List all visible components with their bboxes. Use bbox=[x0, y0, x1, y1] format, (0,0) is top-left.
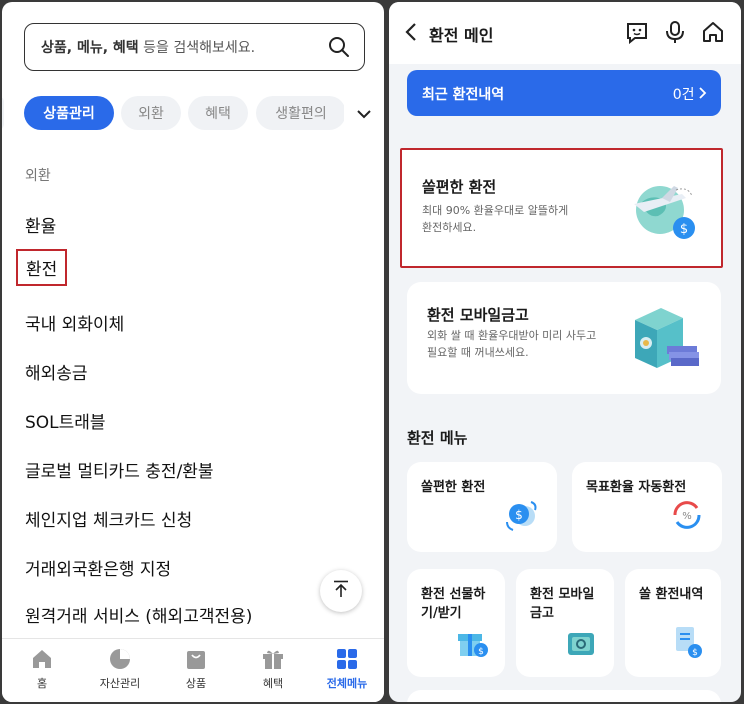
menu-item-currency-exchange[interactable]: 환전 bbox=[16, 249, 68, 286]
search-icon[interactable] bbox=[328, 36, 350, 62]
nav-products[interactable]: 상품 bbox=[161, 647, 231, 691]
exchange-menu-section-title: 환전 메뉴 bbox=[407, 429, 468, 447]
nav-asset-management[interactable]: 자산관리 bbox=[85, 647, 155, 691]
tile-exchange-gift[interactable]: 환전 선물하 기/받기 $ bbox=[407, 569, 505, 677]
globe-airplane-icon: $ bbox=[632, 180, 698, 248]
scroll-to-top-button[interactable] bbox=[320, 570, 362, 612]
svg-text:$: $ bbox=[478, 647, 484, 657]
receipt-icon: $ bbox=[673, 625, 703, 663]
tile-next-row-partial[interactable] bbox=[407, 690, 721, 702]
arrow-up-icon bbox=[333, 580, 349, 602]
all-menu-screen: 상품, 메뉴, 혜택 등을 검색해보세요. 상품관리 외환 혜택 생활편의 외환… bbox=[2, 2, 384, 702]
tile-target-rate-label: 목표환율 자동환전 bbox=[586, 480, 687, 495]
nav-home[interactable]: 홈 bbox=[7, 647, 77, 691]
currency-exchange-icon: $ bbox=[505, 500, 539, 536]
menu-item-sol-travel[interactable]: SOL트래블 bbox=[25, 408, 106, 433]
mobile-vault-desc: 외화 쌀 때 환율우대받아 미리 사두고 필요할 때 꺼내쓰세요. bbox=[427, 329, 597, 359]
gift-icon bbox=[263, 650, 283, 669]
svg-text:$: $ bbox=[515, 508, 523, 522]
chatbot-icon[interactable] bbox=[625, 20, 649, 48]
tab-lifestyle[interactable]: 생활편의 bbox=[256, 96, 346, 130]
category-tabs: 상품관리 외환 혜택 생활편의 bbox=[2, 96, 384, 132]
easy-exchange-title: 쏠편한 환전 bbox=[422, 178, 497, 196]
tile-easy-exchange[interactable]: 쏠편한 환전 $ bbox=[407, 462, 557, 552]
header: 환전 메인 bbox=[389, 2, 741, 64]
tile-exchange-history[interactable]: 쏠 환전내역 $ bbox=[625, 569, 721, 677]
recent-count: 0건 bbox=[673, 84, 707, 104]
tab-forex[interactable]: 외환 bbox=[121, 96, 181, 130]
recent-exchange-history-button[interactable]: 최근 환전내역 0건 bbox=[407, 70, 721, 116]
menu-item-domestic-fx-transfer[interactable]: 국내 외화이체 bbox=[25, 310, 124, 335]
menu-item-global-multicard[interactable]: 글로벌 멀티카드 충전/환불 bbox=[25, 457, 214, 482]
nav-all-menu[interactable]: 전체메뉴 bbox=[312, 647, 382, 691]
tile-mobile-vault-label: 환전 모바일 금고 bbox=[530, 587, 595, 621]
nav-asset-label: 자산관리 bbox=[99, 677, 141, 690]
search-placeholder-bold: 상품, 메뉴, 혜택 bbox=[41, 40, 139, 56]
tab-product-management[interactable]: 상품관리 bbox=[24, 96, 114, 130]
svg-text:$: $ bbox=[692, 648, 698, 658]
tab-previous-edge[interactable] bbox=[2, 96, 4, 130]
recent-label: 최근 환전내역 bbox=[422, 87, 505, 103]
gift-box-icon: $ bbox=[455, 625, 489, 663]
menu-item-changeup-checkcard[interactable]: 체인지업 체크카드 신청 bbox=[25, 506, 192, 531]
nav-benefits-label: 혜택 bbox=[262, 677, 284, 690]
section-label-forex: 외환 bbox=[25, 168, 51, 184]
nav-all-menu-label: 전체메뉴 bbox=[326, 677, 368, 690]
home-icon[interactable] bbox=[701, 20, 725, 48]
page-title: 환전 메인 bbox=[429, 26, 494, 45]
svg-text:%: % bbox=[682, 511, 692, 522]
microphone-icon[interactable] bbox=[664, 20, 686, 48]
nav-home-label: 홈 bbox=[36, 677, 48, 690]
chevron-down-icon bbox=[357, 104, 371, 123]
search-input[interactable]: 상품, 메뉴, 혜택 등을 검색해보세요. bbox=[24, 23, 365, 71]
vault-icon bbox=[566, 629, 596, 663]
menu-item-overseas-remittance[interactable]: 해외송금 bbox=[25, 359, 88, 384]
tile-target-rate-auto-exchange[interactable]: 목표환율 자동환전 % bbox=[572, 462, 722, 552]
exchange-main-screen: 환전 메인 최근 환전내역 0건 쏠편한 환전 최대 90% 환율우대로 알뜰하… bbox=[389, 2, 741, 702]
menu-item-fx-bank-designation[interactable]: 거래외국환은행 지정 bbox=[25, 555, 171, 580]
chevron-right-icon bbox=[699, 87, 707, 103]
auto-exchange-cycle-icon: % bbox=[670, 498, 704, 536]
back-arrow-icon[interactable] bbox=[405, 22, 417, 46]
tab-benefits[interactable]: 혜택 bbox=[188, 96, 248, 130]
tabs-expand-button[interactable] bbox=[344, 96, 384, 130]
home-icon bbox=[33, 650, 51, 668]
nav-products-label: 상품 bbox=[185, 677, 207, 690]
mobile-vault-title: 환전 모바일금고 bbox=[427, 306, 529, 324]
search-placeholder-rest: 등을 검색해보세요. bbox=[138, 40, 256, 56]
tile-easy-exchange-label: 쏠편한 환전 bbox=[421, 480, 486, 495]
tile-exchange-history-label: 쏠 환전내역 bbox=[639, 587, 704, 602]
tile-exchange-gift-label: 환전 선물하 기/받기 bbox=[421, 587, 486, 621]
nav-benefits[interactable]: 혜택 bbox=[238, 647, 308, 691]
mobile-vault-card[interactable]: 환전 모바일금고 외화 쌀 때 환율우대받아 미리 사두고 필요할 때 꺼내쓰세요… bbox=[407, 282, 721, 394]
safe-icon bbox=[631, 306, 701, 376]
grid-menu-icon bbox=[337, 649, 357, 669]
menu-item-exchange-rate[interactable]: 환율 bbox=[25, 212, 56, 237]
menu-item-remote-service[interactable]: 원격거래 서비스 (해외고객전용) bbox=[25, 602, 252, 627]
bottom-navigation: 홈 자산관리 상품 혜택 전체메뉴 bbox=[2, 638, 384, 702]
tile-exchange-mobile-vault[interactable]: 환전 모바일 금고 bbox=[516, 569, 614, 677]
pie-chart-icon bbox=[110, 649, 130, 669]
easy-exchange-desc: 최대 90% 환율우대로 알뜰하게 환전하세요. bbox=[422, 204, 569, 234]
easy-exchange-card[interactable]: 쏠편한 환전 최대 90% 환율우대로 알뜰하게 환전하세요. $ bbox=[400, 148, 723, 268]
svg-text:$: $ bbox=[680, 222, 688, 237]
shopping-bag-icon bbox=[187, 651, 205, 669]
